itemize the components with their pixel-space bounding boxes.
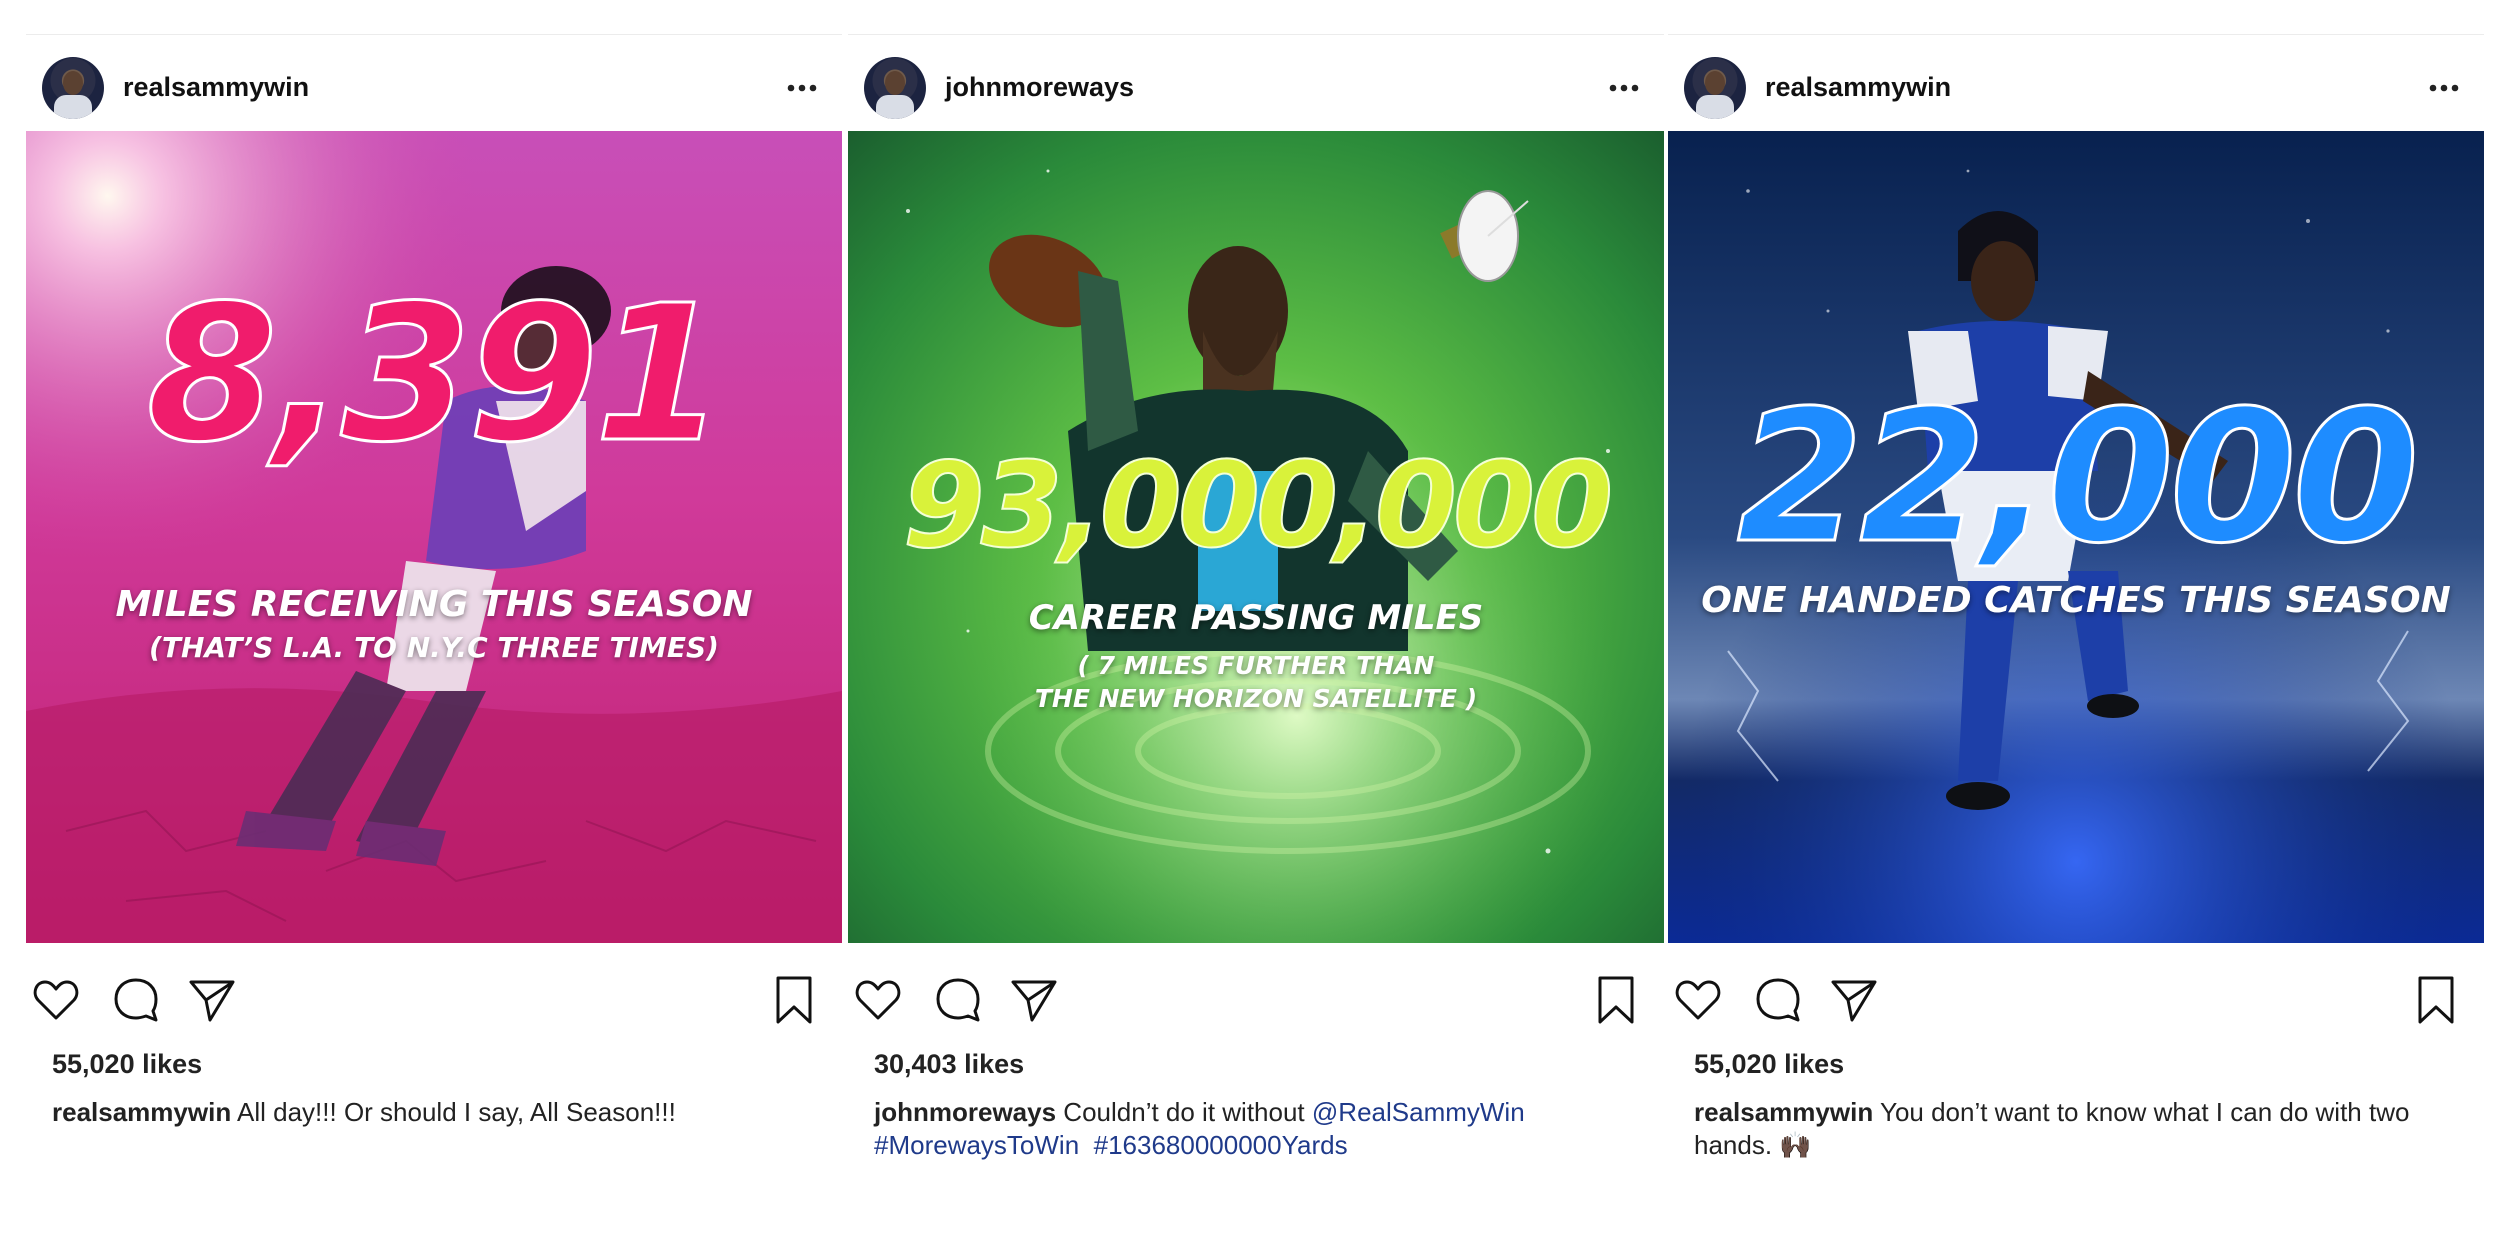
- post-image[interactable]: 8,391 MILES RECEIVING THIS SEASON (THAT’…: [26, 131, 842, 943]
- avatar[interactable]: [864, 57, 926, 119]
- action-bar: [848, 974, 1664, 1034]
- comment-icon[interactable]: [932, 974, 984, 1026]
- post-username[interactable]: realsammywin: [1765, 72, 1951, 103]
- stat-subtitle: ONE HANDED CATCHES THIS SEASON: [1701, 580, 2451, 621]
- bookmark-icon[interactable]: [2410, 974, 2462, 1026]
- action-bar: [1668, 974, 2484, 1034]
- paper-plane-icon[interactable]: [186, 974, 238, 1026]
- more-options-icon[interactable]: [782, 68, 822, 108]
- heart-icon[interactable]: [1672, 974, 1724, 1026]
- caption-text: Couldn’t do it without: [1063, 1097, 1305, 1127]
- post-username[interactable]: realsammywin: [123, 72, 309, 103]
- caption-username[interactable]: johnmoreways: [874, 1097, 1056, 1127]
- heart-icon[interactable]: [30, 974, 82, 1026]
- stat-subtitle: CAREER PASSING MILES: [1028, 598, 1484, 638]
- avatar[interactable]: [42, 57, 104, 119]
- stat-subtitle-note: ( 7 MILES FURTHER THAN: [1077, 651, 1435, 680]
- like-count[interactable]: 55,020 likes: [1694, 1049, 1844, 1080]
- paper-plane-icon[interactable]: [1828, 974, 1880, 1026]
- stat-number: 93,000,000: [902, 436, 1615, 574]
- caption-mention[interactable]: @RealSammyWin: [1312, 1097, 1525, 1127]
- post-card: realsammywin: [26, 34, 842, 1214]
- like-count[interactable]: 30,403 likes: [874, 1049, 1024, 1080]
- caption: realsammywin All day!!! Or should I say,…: [52, 1096, 812, 1129]
- caption-username[interactable]: realsammywin: [52, 1097, 231, 1127]
- bookmark-icon[interactable]: [1590, 974, 1642, 1026]
- stat-subtitle-note: THE NEW HORIZON SATELLITE ): [1034, 684, 1478, 713]
- comment-icon[interactable]: [1752, 974, 1804, 1026]
- post-username[interactable]: johnmoreways: [945, 72, 1134, 103]
- more-options-icon[interactable]: [2424, 68, 2464, 108]
- action-bar: [26, 974, 842, 1034]
- bookmark-icon[interactable]: [768, 974, 820, 1026]
- caption-hashtags[interactable]: #MorewaysToWin #163680000000Yards: [874, 1130, 1348, 1160]
- comment-icon[interactable]: [110, 974, 162, 1026]
- avatar[interactable]: [1684, 57, 1746, 119]
- caption-text: All day!!! Or should I say, All Season!!…: [237, 1097, 676, 1127]
- post-image[interactable]: 22,000 ONE HANDED CATCHES THIS SEASON: [1668, 131, 2484, 943]
- caption: realsammywin You don’t want to know what…: [1694, 1096, 2454, 1162]
- stat-subtitle: MILES RECEIVING THIS SEASON: [115, 584, 753, 625]
- heart-icon[interactable]: [852, 974, 904, 1026]
- caption: johnmoreways Couldn’t do it without @Rea…: [874, 1096, 1634, 1162]
- stat-subtitle-note: (THAT’S L.A. TO N.Y.C THREE TIMES): [149, 631, 719, 664]
- like-count[interactable]: 55,020 likes: [52, 1049, 202, 1080]
- caption-username[interactable]: realsammywin: [1694, 1097, 1873, 1127]
- more-options-icon[interactable]: [1604, 68, 1644, 108]
- post-card: johnmoreways 93,000,000 CAREER PASSING M…: [848, 34, 1664, 1214]
- stat-number: 22,000: [1735, 371, 2420, 583]
- paper-plane-icon[interactable]: [1008, 974, 1060, 1026]
- post-card: realsammywin: [1668, 34, 2484, 1214]
- post-image[interactable]: 93,000,000 CAREER PASSING MILES ( 7 MILE…: [848, 131, 1664, 943]
- stat-number: 8,391: [145, 265, 727, 484]
